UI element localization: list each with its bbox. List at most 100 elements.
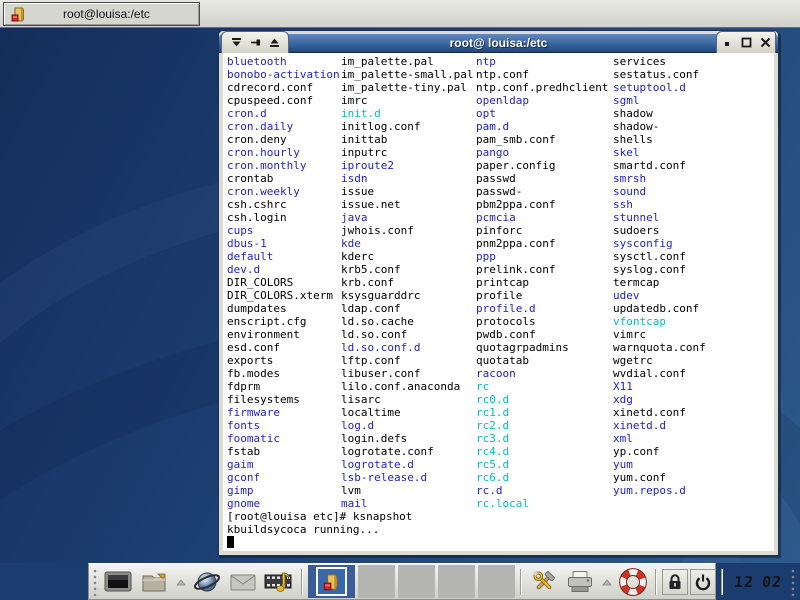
file-entry: cron.monthly bbox=[227, 159, 341, 172]
file-entry: login.defs bbox=[341, 432, 476, 445]
file-entry: shells bbox=[613, 133, 706, 146]
terminal-content[interactable]: bluetoothbonobo-activationcdrecord.confc… bbox=[223, 53, 774, 551]
file-entry: fb.modes bbox=[227, 367, 341, 380]
file-entry: wvdial.conf bbox=[613, 367, 706, 380]
pin-icon[interactable] bbox=[249, 36, 262, 49]
taskbar-empty-slot bbox=[358, 565, 395, 598]
file-entry: pam.d bbox=[476, 120, 613, 133]
taskbar-window-button[interactable]: root@louisa:/etc bbox=[3, 2, 200, 26]
globe-icon bbox=[192, 569, 222, 595]
panel-separator bbox=[655, 569, 657, 595]
help-button[interactable] bbox=[616, 565, 650, 598]
file-entry: ld.so.conf bbox=[341, 328, 476, 341]
file-entry: cron.daily bbox=[227, 120, 341, 133]
file-entry: pango bbox=[476, 146, 613, 159]
launcher-popup-arrow[interactable] bbox=[173, 565, 188, 598]
kicker-panel: 12 02 bbox=[88, 563, 716, 600]
desktop-launcher-button[interactable] bbox=[101, 565, 135, 598]
file-entry: krb5.conf bbox=[341, 263, 476, 276]
taskbar-window-label: root@louisa:/etc bbox=[28, 7, 199, 21]
file-entry: isdn bbox=[341, 172, 476, 185]
file-entry: lilo.conf.anaconda bbox=[341, 380, 476, 393]
file-entry: yum.conf bbox=[613, 471, 706, 484]
file-entry: im_palette-tiny.pal bbox=[341, 81, 476, 94]
logout-button[interactable] bbox=[690, 569, 716, 595]
file-entry: X11 bbox=[613, 380, 706, 393]
file-entry: lftp.conf bbox=[341, 354, 476, 367]
web-browser-button[interactable] bbox=[190, 565, 224, 598]
file-entry: default bbox=[227, 250, 341, 263]
close-icon[interactable] bbox=[759, 36, 772, 49]
window-titlebar[interactable]: root@ louisa:/etc bbox=[219, 31, 778, 53]
window-title: root@ louisa:/etc bbox=[219, 36, 778, 50]
file-entry: pinforc bbox=[476, 224, 613, 237]
home-folder-button[interactable] bbox=[137, 565, 171, 598]
taskbar-active-task[interactable] bbox=[308, 565, 355, 598]
file-entry: initlog.conf bbox=[341, 120, 476, 133]
file-entry: paper.config bbox=[476, 159, 613, 172]
file-entry: fonts bbox=[227, 419, 341, 432]
file-entry: firmware bbox=[227, 406, 341, 419]
file-column: ntpntp.confntp.conf.predhclientopenldapo… bbox=[476, 55, 613, 510]
file-entry: sudoers bbox=[613, 224, 706, 237]
file-entry: prelink.conf bbox=[476, 263, 613, 276]
file-entry: imrc bbox=[341, 94, 476, 107]
minimize-icon[interactable] bbox=[721, 36, 734, 49]
file-entry: fdprm bbox=[227, 380, 341, 393]
panel-clock[interactable]: 12 02 bbox=[727, 573, 789, 591]
file-entry: ksysguarddrc bbox=[341, 289, 476, 302]
eject-up-icon[interactable] bbox=[268, 36, 281, 49]
panel-handle-right[interactable] bbox=[790, 567, 797, 596]
tools-button[interactable] bbox=[527, 565, 561, 598]
file-entry: sound bbox=[613, 185, 706, 198]
file-entry: rc3.d bbox=[476, 432, 613, 445]
file-entry: fstab bbox=[227, 445, 341, 458]
file-entry: xinetd.d bbox=[613, 419, 706, 432]
file-entry: sysconfig bbox=[613, 237, 706, 250]
printer-button[interactable] bbox=[563, 565, 597, 598]
file-entry: rc.d bbox=[476, 484, 613, 497]
maximize-icon[interactable] bbox=[740, 36, 753, 49]
konsole-icon bbox=[10, 5, 28, 23]
file-entry: racoon bbox=[476, 367, 613, 380]
file-entry: logrotate.conf bbox=[341, 445, 476, 458]
file-entry: gaim bbox=[227, 458, 341, 471]
file-entry: dev.d bbox=[227, 263, 341, 276]
file-entry: ntp.conf.predhclient bbox=[476, 81, 613, 94]
envelope-icon bbox=[230, 572, 256, 592]
file-column: im_palette.palim_palette-small.palim_pal… bbox=[341, 55, 476, 510]
lock-screen-button[interactable] bbox=[662, 569, 688, 595]
panel-handle-left[interactable] bbox=[92, 567, 99, 596]
file-entry: logrotate.d bbox=[341, 458, 476, 471]
clock-minutes: 02 bbox=[761, 573, 783, 591]
file-entry: crontab bbox=[227, 172, 341, 185]
file-entry: ppp bbox=[476, 250, 613, 263]
file-entry: shadow- bbox=[613, 120, 706, 133]
file-columns: bluetoothbonobo-activationcdrecord.confc… bbox=[227, 55, 774, 510]
active-task-button[interactable] bbox=[316, 567, 347, 596]
file-entry: smrsh bbox=[613, 172, 706, 185]
film-note-icon bbox=[264, 569, 294, 595]
file-entry: DIR_COLORS.xterm bbox=[227, 289, 341, 302]
mail-button[interactable] bbox=[226, 565, 260, 598]
file-entry: pnm2ppa.conf bbox=[476, 237, 613, 250]
multimedia-button[interactable] bbox=[262, 565, 296, 598]
file-entry: csh.cshrc bbox=[227, 198, 341, 211]
tray-popup-arrow[interactable] bbox=[599, 565, 614, 598]
desktop-screen: root@louisa:/etc root@ louisa:/etc bbox=[0, 0, 800, 600]
file-entry: log.d bbox=[341, 419, 476, 432]
file-entry: yum.repos.d bbox=[613, 484, 706, 497]
life-ring-icon bbox=[619, 568, 647, 596]
shade-down-icon[interactable] bbox=[230, 36, 243, 49]
file-entry: quotagrpadmins bbox=[476, 341, 613, 354]
file-entry: gimp bbox=[227, 484, 341, 497]
file-entry: issue.net bbox=[341, 198, 476, 211]
file-entry: yp.conf bbox=[613, 445, 706, 458]
file-entry: rc5.d bbox=[476, 458, 613, 471]
file-entry: shadow bbox=[613, 107, 706, 120]
file-entry: environment bbox=[227, 328, 341, 341]
file-entry: pam_smb.conf bbox=[476, 133, 613, 146]
folder-icon bbox=[140, 570, 168, 594]
file-entry: lvm bbox=[341, 484, 476, 497]
file-entry: setuptool.d bbox=[613, 81, 706, 94]
